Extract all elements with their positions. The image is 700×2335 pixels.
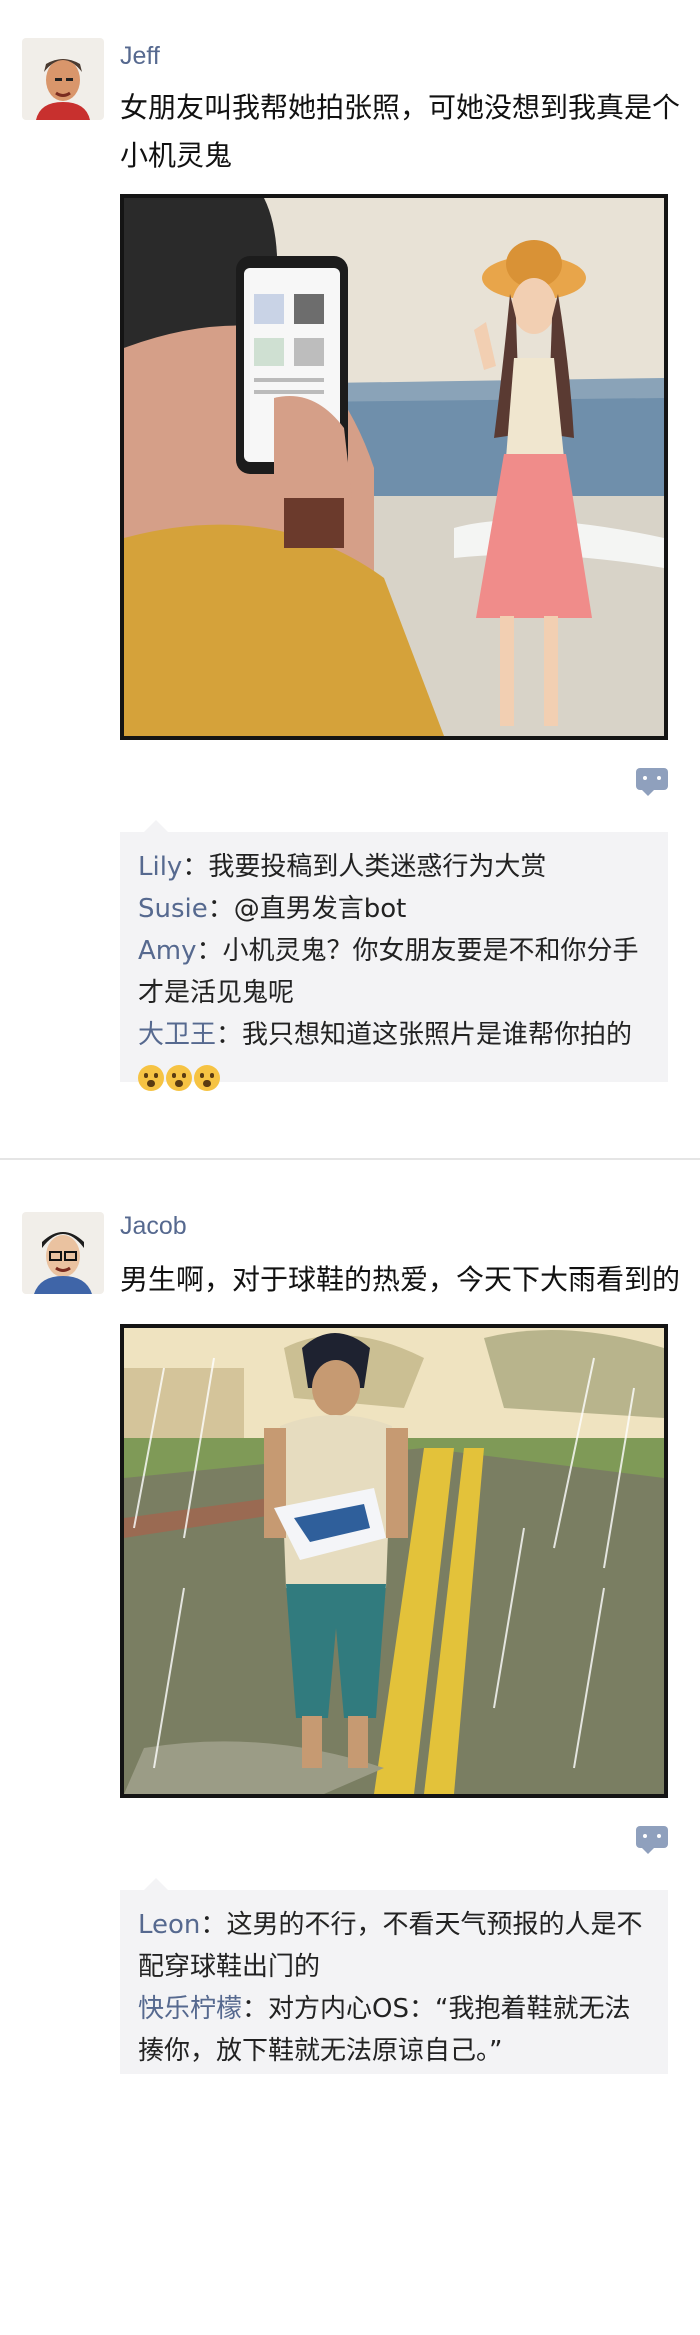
comment-text: 这男的不行，不看天气预报的人是不配穿球鞋出门的 — [138, 1910, 643, 1982]
comment-user[interactable]: Lily — [138, 852, 182, 882]
comment-user[interactable]: 快乐柠檬 — [138, 1994, 242, 2024]
grimace-emoji-icon — [194, 1064, 220, 1091]
grimace-emoji-icon — [166, 1064, 192, 1091]
comment-bubble-icon[interactable] — [636, 768, 668, 796]
comment-text: 我要投稿到人类迷惑行为大赏 — [208, 852, 547, 882]
post-text: 女朋友叫我帮她拍张照，可她没想到我真是个小机灵鬼 — [120, 91, 681, 172]
comment-user[interactable]: Amy — [138, 936, 197, 966]
comment: Amy：小机灵鬼？你女朋友要是不和你分手才是活见鬼呢 — [138, 936, 639, 1008]
post-text: 男生啊，对于球鞋的热爱，今天下大雨看到的 — [120, 1263, 681, 1296]
comic-panel-image[interactable] — [120, 1324, 668, 1798]
avatar[interactable] — [22, 38, 104, 120]
username[interactable]: Jacob — [120, 1212, 187, 1241]
comments-box: Lily：我要投稿到人类迷惑行为大赏 Susie：@直男发言bot Amy：小机… — [120, 820, 668, 1091]
comment-text: 我只想知道这张照片是谁帮你拍的 — [242, 1020, 633, 1050]
comment-bubble-icon[interactable] — [636, 1826, 668, 1854]
comments-box: Leon：这男的不行，不看天气预报的人是不配穿球鞋出门的 快乐柠檬：对方内心OS… — [120, 1878, 668, 2074]
username[interactable]: Jeff — [120, 42, 160, 71]
comment: Lily：我要投稿到人类迷惑行为大赏 — [138, 852, 547, 882]
comment-user[interactable]: Leon — [138, 1910, 200, 1940]
grimace-emoji-icon — [138, 1064, 164, 1091]
comment: 大卫王：我只想知道这张照片是谁帮你拍的 — [138, 1020, 633, 1050]
moment-post: Jacob 男生啊，对于球鞋的热爱，今天下大雨看到的 Leon：这男的不行，不看… — [0, 1160, 700, 2335]
comment-user[interactable]: Susie — [138, 894, 208, 924]
comment-text: 小机灵鬼？你女朋友要是不和你分手才是活见鬼呢 — [138, 936, 639, 1008]
comment-user[interactable]: 大卫王 — [138, 1020, 216, 1050]
emoji-row — [138, 1056, 650, 1098]
comment: Leon：这男的不行，不看天气预报的人是不配穿球鞋出门的 — [138, 1910, 643, 1982]
comic-panel-image[interactable] — [120, 194, 668, 740]
moment-post: Jeff 女朋友叫我帮她拍张照，可她没想到我真是个小机灵鬼 Lily：我要投稿到… — [0, 0, 700, 1160]
avatar[interactable] — [22, 1212, 104, 1294]
comment: Susie：@直男发言bot — [138, 894, 407, 924]
comment: 快乐柠檬：对方内心OS：“我抱着鞋就无法揍你，放下鞋就无法原谅自己。” — [138, 1994, 631, 2066]
comment-text: @直男发言bot — [233, 894, 407, 924]
